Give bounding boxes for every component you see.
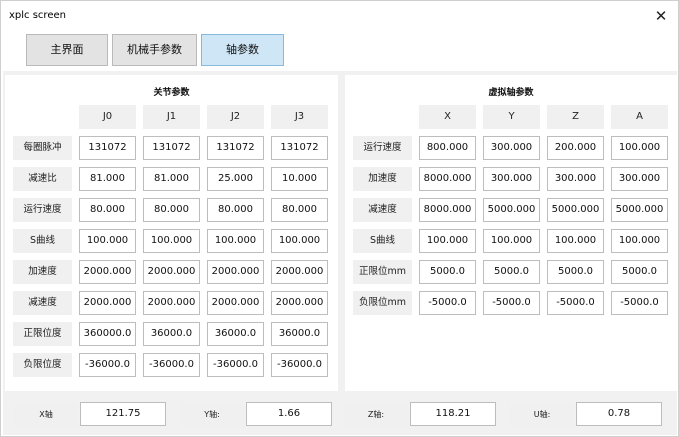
virtual-axis-value-field-z[interactable]: 300.000 <box>547 167 604 191</box>
virtual-axis-value-field-a[interactable]: 100.000 <box>611 229 668 253</box>
joint-col-header-j3: J3 <box>271 105 328 129</box>
joint-value-field-j1[interactable]: 131072 <box>143 136 200 160</box>
virtual-axis-value-field-z[interactable]: 200.000 <box>547 136 604 160</box>
virtual-axis-value-field-z[interactable]: 5000.0 <box>547 260 604 284</box>
virtual-axis-row-label: 正限位mm <box>353 260 412 284</box>
virtual-axis-title: 虚拟轴参数 <box>488 88 534 98</box>
joint-value-field-j1[interactable]: -36000.0 <box>143 353 200 377</box>
joint-value-field-j0[interactable]: 2000.000 <box>79 291 136 315</box>
virtual-axis-col-header-x: X <box>419 105 476 129</box>
joint-value-field-j1[interactable]: 81.000 <box>143 167 200 191</box>
joint-value-field-j3[interactable]: 2000.000 <box>271 260 328 284</box>
u-axis-value: 0.78 <box>576 402 662 426</box>
joint-value-field-j3[interactable]: 100.000 <box>271 229 328 253</box>
joint-row-label: 减速度 <box>13 291 72 315</box>
joint-value-field-j3[interactable]: 2000.000 <box>271 291 328 315</box>
joint-params-title: 关节参数 <box>153 88 190 98</box>
virtual-axis-value-field-x[interactable]: 8000.000 <box>419 167 476 191</box>
virtual-axis-value-field-y[interactable]: -5000.0 <box>483 291 540 315</box>
joint-row-label: 减速比 <box>13 167 72 191</box>
tab-axis-params[interactable]: 轴参数 <box>201 34 284 66</box>
joint-value-field-j3[interactable]: 10.000 <box>271 167 328 191</box>
x-axis-value: 121.75 <box>80 402 166 426</box>
virtual-axis-value-field-y[interactable]: 100.000 <box>483 229 540 253</box>
virtual-axis-value-field-x[interactable]: 8000.000 <box>419 198 476 222</box>
tab-main[interactable]: 主界面 <box>26 34 108 66</box>
virtual-axis-row-label: 运行速度 <box>353 136 412 160</box>
virtual-axis-value-field-a[interactable]: 5000.0 <box>611 260 668 284</box>
position-footer: X轴 121.75 Y轴: 1.66 Z轴: 118.21 U轴: 0.78 <box>3 397 677 435</box>
joint-value-field-j0[interactable]: -36000.0 <box>79 353 136 377</box>
virtual-axis-panel: 虚拟轴参数 X Y Z A 运行速度 800.000 300.000 200.000 100.0… <box>345 75 677 391</box>
joint-value-field-j3[interactable]: -36000.0 <box>271 353 328 377</box>
x-axis-label: X轴 <box>14 403 78 427</box>
joint-params-panel: 关节参数 J0 J1 J2 J3 每圈脉冲 131072 131072 131072 13107… <box>5 75 338 391</box>
z-axis-value: 118.21 <box>410 402 496 426</box>
y-axis-value: 1.66 <box>246 402 332 426</box>
y-axis-label: Y轴: <box>180 403 244 427</box>
tab-robot-params[interactable]: 机械手参数 <box>112 34 197 66</box>
joint-value-field-j1[interactable]: 36000.0 <box>143 322 200 346</box>
joint-value-field-j1[interactable]: 2000.000 <box>143 291 200 315</box>
virtual-axis-row-label: 减速度 <box>353 198 412 222</box>
virtual-axis-value-field-x[interactable]: 100.000 <box>419 229 476 253</box>
joint-value-field-j2[interactable]: 2000.000 <box>207 260 264 284</box>
joint-value-field-j2[interactable]: 131072 <box>207 136 264 160</box>
joint-value-field-j1[interactable]: 2000.000 <box>143 260 200 284</box>
virtual-axis-value-field-y[interactable]: 300.000 <box>483 136 540 160</box>
close-icon[interactable]: ✕ <box>650 5 672 27</box>
virtual-axis-value-field-z[interactable]: -5000.0 <box>547 291 604 315</box>
joint-value-field-j0[interactable]: 131072 <box>79 136 136 160</box>
joint-value-field-j0[interactable]: 80.000 <box>79 198 136 222</box>
joint-value-field-j1[interactable]: 100.000 <box>143 229 200 253</box>
title-bar: xplc screen ✕ <box>1 1 678 31</box>
joint-value-field-j3[interactable]: 80.000 <box>271 198 328 222</box>
joint-row-label: 运行速度 <box>13 198 72 222</box>
virtual-axis-row-label: 负限位mm <box>353 291 412 315</box>
joint-value-field-j3[interactable]: 36000.0 <box>271 322 328 346</box>
joint-row-label: S曲线 <box>13 229 72 253</box>
joint-value-field-j0[interactable]: 81.000 <box>79 167 136 191</box>
joint-value-field-j2[interactable]: 100.000 <box>207 229 264 253</box>
virtual-axis-value-field-a[interactable]: 300.000 <box>611 167 668 191</box>
window-title: xplc screen <box>9 10 66 21</box>
virtual-axis-row-label: S曲线 <box>353 229 412 253</box>
virtual-axis-col-header-y: Y <box>483 105 540 129</box>
virtual-axis-value-field-z[interactable]: 5000.000 <box>547 198 604 222</box>
joint-col-header-j2: J2 <box>207 105 264 129</box>
virtual-axis-value-field-z[interactable]: 100.000 <box>547 229 604 253</box>
joint-value-field-j0[interactable]: 2000.000 <box>79 260 136 284</box>
virtual-axis-col-header-a: A <box>611 105 668 129</box>
virtual-axis-value-field-x[interactable]: -5000.0 <box>419 291 476 315</box>
joint-value-field-j2[interactable]: 2000.000 <box>207 291 264 315</box>
joint-col-header-j1: J1 <box>143 105 200 129</box>
joint-value-field-j0[interactable]: 360000.0 <box>79 322 136 346</box>
z-axis-label: Z轴: <box>344 403 408 427</box>
virtual-axis-value-field-a[interactable]: -5000.0 <box>611 291 668 315</box>
joint-value-field-j2[interactable]: 25.000 <box>207 167 264 191</box>
joint-row-label: 加速度 <box>13 260 72 284</box>
virtual-axis-value-field-x[interactable]: 800.000 <box>419 136 476 160</box>
virtual-axis-row-label: 加速度 <box>353 167 412 191</box>
joint-value-field-j2[interactable]: -36000.0 <box>207 353 264 377</box>
virtual-axis-value-field-y[interactable]: 5000.0 <box>483 260 540 284</box>
virtual-axis-col-header-z: Z <box>547 105 604 129</box>
virtual-axis-value-field-x[interactable]: 5000.0 <box>419 260 476 284</box>
u-axis-label: U轴: <box>510 403 574 427</box>
joint-row-label: 负限位度 <box>13 353 72 377</box>
joint-value-field-j3[interactable]: 131072 <box>271 136 328 160</box>
joint-value-field-j2[interactable]: 36000.0 <box>207 322 264 346</box>
virtual-axis-value-field-a[interactable]: 100.000 <box>611 136 668 160</box>
joint-row-label: 每圈脉冲 <box>13 136 72 160</box>
virtual-axis-value-field-y[interactable]: 5000.000 <box>483 198 540 222</box>
virtual-axis-value-field-a[interactable]: 5000.000 <box>611 198 668 222</box>
joint-value-field-j0[interactable]: 100.000 <box>79 229 136 253</box>
virtual-axis-value-field-y[interactable]: 300.000 <box>483 167 540 191</box>
joint-value-field-j1[interactable]: 80.000 <box>143 198 200 222</box>
app-window: xplc screen ✕ 主界面 机械手参数 轴参数 关节参数 J0 J1 J2 J… <box>0 0 679 437</box>
joint-row-label: 正限位度 <box>13 322 72 346</box>
joint-value-field-j2[interactable]: 80.000 <box>207 198 264 222</box>
joint-col-header-j0: J0 <box>79 105 136 129</box>
content-area: 关节参数 J0 J1 J2 J3 每圈脉冲 131072 131072 131072 13107… <box>3 71 677 397</box>
